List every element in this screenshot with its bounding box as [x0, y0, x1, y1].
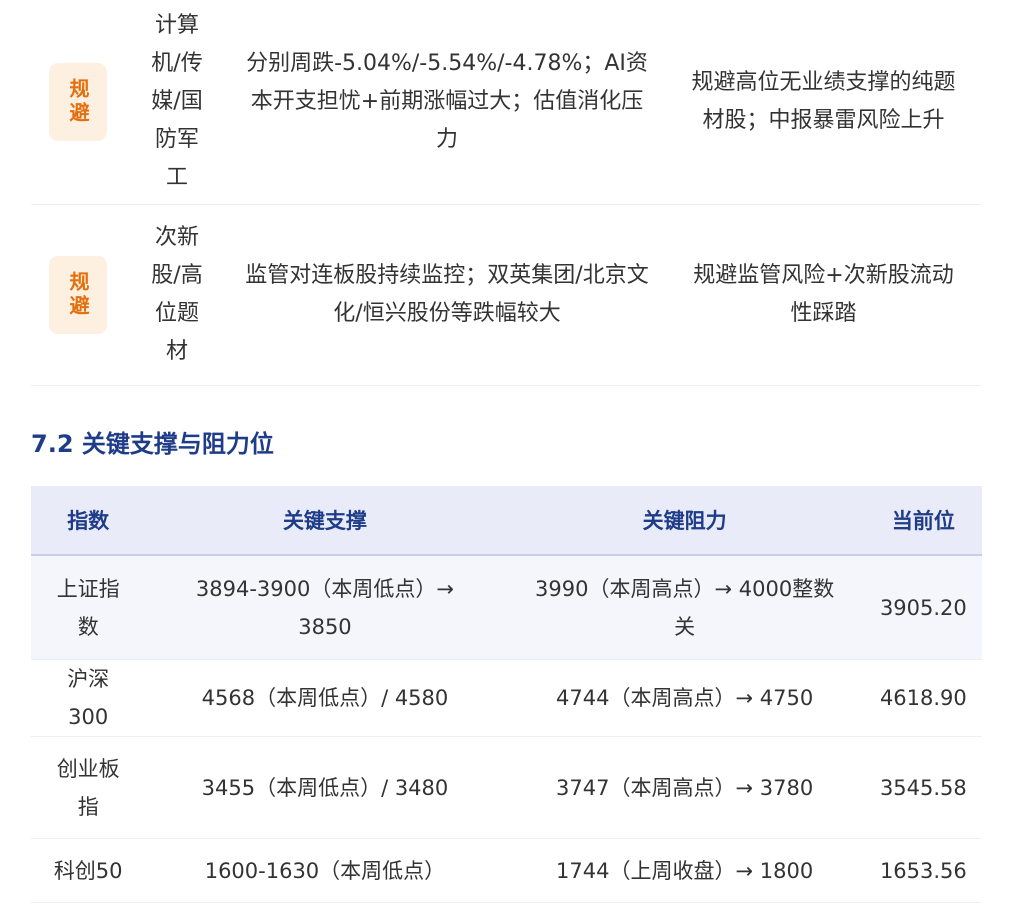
support-level: 1600-1630（本周低点）: [145, 838, 505, 903]
avoid-sector-table: 规避 计算机/传媒/国防军工 分别周跌-5.04%/-5.54%/-4.78%；…: [31, 0, 982, 386]
index-name: 上证指数: [31, 555, 146, 660]
index-name: 科创50: [31, 838, 146, 903]
avoid-badge: 规避: [49, 63, 107, 141]
table-row: 沪深300 4568（本周低点）/ 4580 4744（本周高点）→ 4750 …: [31, 659, 982, 737]
table-row: 规避 计算机/传媒/国防军工 分别周跌-5.04%/-5.54%/-4.78%；…: [31, 0, 982, 205]
support-level: 3455（本周低点）/ 3480: [145, 736, 505, 839]
table-row: 科创50 1600-1630（本周低点） 1744（上周收盘）→ 1800 16…: [31, 838, 982, 903]
current-level: 3905.20: [864, 555, 982, 660]
resistance-level: 4744（本周高点）→ 4750: [504, 659, 865, 737]
support-level: 3894-3900（本周低点）→ 3850: [145, 555, 505, 660]
support-resistance-table: 指数 关键支撑 关键阻力 当前位 上证指数 3894-3900（本周低点）→ 3…: [31, 486, 982, 903]
avoid-badge: 规避: [49, 256, 107, 334]
table-row: 规避 次新股/高位题材 监管对连板股持续监控；双英集团/北京文化/恒兴股份等跌幅…: [31, 205, 982, 386]
avoid-reason: 分别周跌-5.04%/-5.54%/-4.78%；AI资本开支担忧+前期涨幅过大…: [246, 51, 648, 152]
header-resistance: 关键阻力: [504, 486, 865, 556]
current-level: 3545.58: [864, 736, 982, 839]
current-level: 1653.56: [864, 838, 982, 903]
avoid-advice: 规避高位无业绩支撑的纯题材股；中报暴雷风险上升: [691, 70, 956, 133]
table-row: 创业板指 3455（本周低点）/ 3480 3747（本周高点）→ 3780 3…: [31, 736, 982, 839]
sector-name: 次新股/高位题材: [151, 225, 203, 364]
sector-name: 计算机/传媒/国防军工: [151, 13, 203, 190]
index-name: 创业板指: [31, 736, 146, 839]
table-header-row: 指数 关键支撑 关键阻力 当前位: [31, 486, 982, 556]
index-name: 沪深300: [31, 659, 146, 737]
resistance-level: 3990（本周高点）→ 4000整数关: [504, 555, 865, 660]
header-support: 关键支撑: [145, 486, 505, 556]
avoid-reason: 监管对连板股持续监控；双英集团/北京文化/恒兴股份等跌幅较大: [245, 263, 649, 326]
table-row: 上证指数 3894-3900（本周低点）→ 3850 3990（本周高点）→ 4…: [31, 555, 982, 660]
avoid-advice: 规避监管风险+次新股流动性踩踏: [693, 263, 954, 326]
support-level: 4568（本周低点）/ 4580: [145, 659, 505, 737]
section-title: 7.2 关键支撑与阻力位: [31, 430, 274, 458]
report-content: 规避 计算机/传媒/国防军工 分别周跌-5.04%/-5.54%/-4.78%；…: [31, 0, 982, 903]
header-current: 当前位: [864, 486, 982, 556]
current-level: 4618.90: [864, 659, 982, 737]
resistance-level: 3747（本周高点）→ 3780: [504, 736, 865, 839]
resistance-level: 1744（上周收盘）→ 1800: [504, 838, 865, 903]
header-index: 指数: [31, 486, 146, 556]
